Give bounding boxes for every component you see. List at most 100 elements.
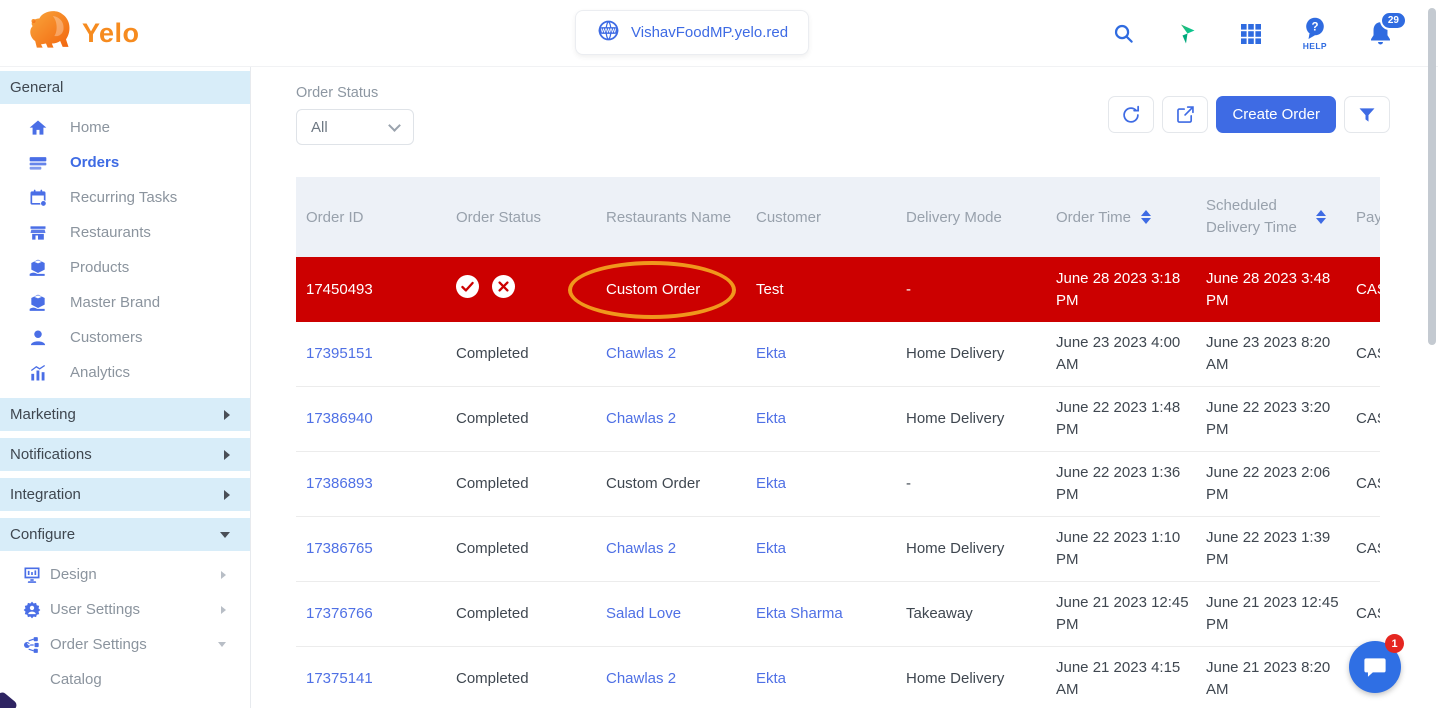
- delivery-mode: -: [906, 281, 911, 298]
- site-url-text: VishavFoodMP.yelo.red: [631, 24, 788, 41]
- sort-order-time-icon[interactable]: [1141, 210, 1151, 224]
- restaurant-name[interactable]: Chawlas 2: [606, 670, 676, 687]
- customer-name[interactable]: Ekta Sharma: [756, 605, 843, 622]
- table-row[interactable]: 17450493 Custom Order Test - June 28 202…: [296, 257, 1380, 322]
- sort-scheduled-time-icon[interactable]: [1316, 210, 1326, 224]
- table-row[interactable]: 17376766 Completed Salad Love Ekta Sharm…: [296, 582, 1380, 647]
- order-status-select[interactable]: All: [296, 109, 414, 145]
- col-order-time: Order Time: [1046, 209, 1196, 226]
- sidebar-item-catalog[interactable]: Catalog: [0, 662, 250, 697]
- orders-table: Order ID Order Status Restaurants Name C…: [296, 177, 1380, 708]
- scheduled-delivery-time: June 21 2023 12:45 PM: [1206, 594, 1339, 633]
- customer-name[interactable]: Ekta: [756, 670, 786, 687]
- user-settings-icon: [22, 600, 42, 620]
- restaurant-name[interactable]: Salad Love: [606, 605, 681, 622]
- customer-name[interactable]: Ekta: [756, 475, 786, 492]
- www-globe-icon: WWW: [596, 18, 621, 47]
- create-order-button[interactable]: Create Order: [1216, 96, 1336, 133]
- chevron-right-icon: [221, 571, 226, 579]
- notifications-bell-icon[interactable]: 29: [1367, 20, 1394, 47]
- payment-method: CAS: [1356, 475, 1380, 492]
- sidebar-section-configure[interactable]: Configure: [0, 518, 250, 551]
- order-id[interactable]: 17386765: [306, 540, 373, 557]
- order-id[interactable]: 17386893: [306, 475, 373, 492]
- order-id[interactable]: 17376766: [306, 605, 373, 622]
- sidebar-section-marketing[interactable]: Marketing: [0, 398, 250, 431]
- delivery-mode: Home Delivery: [906, 540, 1004, 557]
- chevron-right-icon: [224, 490, 230, 500]
- sidebar-section-notifications[interactable]: Notifications: [0, 438, 250, 471]
- sidebar-item-checkout[interactable]: Checkout: [0, 697, 250, 708]
- table-row[interactable]: 17395151 Completed Chawlas 2 Ekta Home D…: [296, 322, 1380, 387]
- chevron-right-icon: [224, 450, 230, 460]
- restaurant-name: Custom Order: [606, 281, 700, 298]
- page-scrollbar[interactable]: [1426, 0, 1438, 708]
- export-button[interactable]: [1162, 96, 1208, 133]
- order-id[interactable]: 17450493: [306, 281, 373, 298]
- sidebar-item-products[interactable]: Products: [0, 250, 250, 285]
- customer-name[interactable]: Ekta: [756, 410, 786, 427]
- chat-widget-button[interactable]: 1: [1349, 641, 1401, 693]
- sidebar-item-orders[interactable]: Orders: [0, 145, 250, 180]
- delivery-mode: Home Delivery: [906, 670, 1004, 687]
- help-icon[interactable]: ? HELP: [1303, 16, 1327, 51]
- order-id[interactable]: 17375141: [306, 670, 373, 687]
- sidebar-item-master-brand[interactable]: Master Brand: [0, 285, 250, 320]
- table-row[interactable]: 17386893 Completed Custom Order Ekta - J…: [296, 452, 1380, 517]
- sidebar-item-restaurants[interactable]: Restaurants: [0, 215, 250, 250]
- order-time: June 22 2023 1:48 PM: [1056, 399, 1180, 438]
- sidebar-item-label: Products: [70, 259, 129, 276]
- refresh-button[interactable]: [1108, 96, 1154, 133]
- sidebar-item-analytics[interactable]: Analytics: [0, 355, 250, 390]
- restaurant-name[interactable]: Chawlas 2: [606, 410, 676, 427]
- order-id[interactable]: 17395151: [306, 345, 373, 362]
- sidebar-item-recurring-tasks[interactable]: Recurring Tasks: [0, 180, 250, 215]
- order-id[interactable]: 17386940: [306, 410, 373, 427]
- col-restaurants-name: Restaurants Name: [596, 209, 746, 226]
- delivery-mode: Takeaway: [906, 605, 973, 622]
- sidebar-section-general[interactable]: General: [0, 71, 250, 104]
- sidebar-item-home[interactable]: Home: [0, 110, 250, 145]
- order-status-value: All: [311, 119, 328, 136]
- table-row[interactable]: 17386765 Completed Chawlas 2 Ekta Home D…: [296, 517, 1380, 582]
- sidebar-item-order-settings[interactable]: Order Settings: [0, 627, 250, 662]
- col-order-id: Order ID: [296, 209, 446, 226]
- sidebar-item-label: Orders: [70, 154, 119, 171]
- configure-sub-list: Design User Settings Order Settings Cata…: [0, 551, 250, 708]
- restaurant-name[interactable]: Chawlas 2: [606, 345, 676, 362]
- green-cursor-icon[interactable]: [1175, 22, 1199, 46]
- lion-logo-icon: [26, 8, 76, 59]
- chat-unread-badge: 1: [1385, 634, 1404, 653]
- apps-grid-icon[interactable]: [1239, 22, 1263, 46]
- table-row[interactable]: 17386940 Completed Chawlas 2 Ekta Home D…: [296, 387, 1380, 452]
- scrollbar-thumb[interactable]: [1428, 8, 1436, 345]
- sidebar-subitem-label: User Settings: [50, 601, 213, 618]
- sidebar-item-design[interactable]: Design: [0, 557, 250, 592]
- sidebar-item-label: Master Brand: [70, 294, 160, 311]
- yelo-logo[interactable]: Yelo: [26, 8, 140, 59]
- reject-x-icon[interactable]: [492, 275, 515, 305]
- filter-button[interactable]: [1344, 96, 1390, 133]
- order-status-text: Completed: [456, 605, 529, 622]
- sidebar-item-label: Restaurants: [70, 224, 151, 241]
- scheduled-delivery-time: June 22 2023 2:06 PM: [1206, 464, 1330, 503]
- search-icon[interactable]: [1112, 22, 1135, 45]
- chevron-right-icon: [224, 410, 230, 420]
- sidebar-item-user-settings[interactable]: User Settings: [0, 592, 250, 627]
- order-status-text: Completed: [456, 345, 529, 362]
- payment-method: CAS: [1356, 281, 1380, 298]
- sidebar-item-label: Analytics: [70, 364, 130, 381]
- restaurant-name[interactable]: Chawlas 2: [606, 540, 676, 557]
- sidebar-section-integration[interactable]: Integration: [0, 478, 250, 511]
- col-payment: Pay: [1346, 209, 1380, 226]
- site-url-chip[interactable]: WWW VishavFoodMP.yelo.red: [575, 10, 809, 55]
- design-icon: [22, 565, 42, 585]
- table-row[interactable]: 17375141 Completed Chawlas 2 Ekta Home D…: [296, 647, 1380, 708]
- customer-name: Test: [756, 281, 784, 298]
- accept-check-icon[interactable]: [456, 275, 479, 305]
- status-action-icons: [456, 275, 596, 305]
- customer-name[interactable]: Ekta: [756, 345, 786, 362]
- sidebar-item-customers[interactable]: Customers: [0, 320, 250, 355]
- customer-name[interactable]: Ekta: [756, 540, 786, 557]
- order-status-text: Completed: [456, 670, 529, 687]
